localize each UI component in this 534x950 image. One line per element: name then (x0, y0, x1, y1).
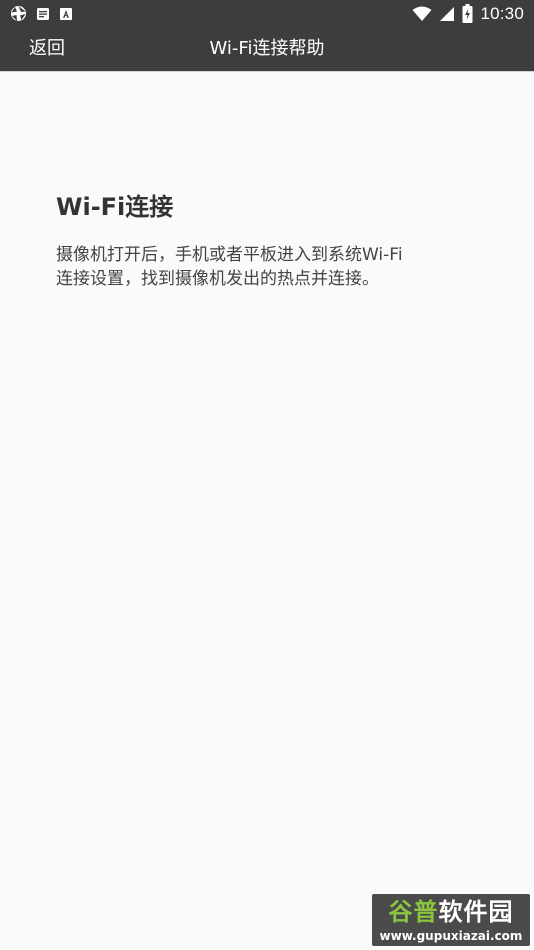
toolbar-divider (0, 71, 534, 72)
watermark-url: www.gupuxiazai.com (379, 929, 523, 943)
signal-icon (439, 6, 455, 22)
wifi-icon (412, 6, 432, 22)
toolbar: 返回 Wi-Fi连接帮助 (0, 27, 534, 71)
body-line-2: 连接设置，找到摄像机发出的热点并连接。 (56, 269, 379, 289)
battery-icon (462, 4, 473, 23)
font-icon (59, 7, 73, 21)
page-title: Wi-Fi连接帮助 (209, 38, 325, 59)
help-content: Wi-Fi连接 摄像机打开后，手机或者平板进入到系统Wi-Fi 连接设置，找到摄… (56, 190, 476, 291)
watermark-logo: 谷普软件园 www.gupuxiazai.com (372, 894, 530, 946)
status-left-icons (10, 5, 73, 22)
status-bar: 10:30 (0, 0, 534, 27)
body-line-1: 摄像机打开后，手机或者平板进入到系统Wi-Fi (56, 245, 403, 265)
aperture-icon (10, 5, 27, 22)
mail-icon (36, 7, 50, 21)
status-right: 10:30 (412, 3, 524, 24)
watermark-title: 谷普软件园 (372, 898, 530, 926)
status-time: 10:30 (480, 3, 524, 23)
section-heading: Wi-Fi连接 (56, 193, 174, 221)
watermark-suffix: 软件园 (438, 898, 514, 926)
watermark-brand: 谷普 (388, 898, 439, 926)
section-body: 摄像机打开后，手机或者平板进入到系统Wi-Fi 连接设置，找到摄像机发出的热点并… (56, 243, 476, 291)
